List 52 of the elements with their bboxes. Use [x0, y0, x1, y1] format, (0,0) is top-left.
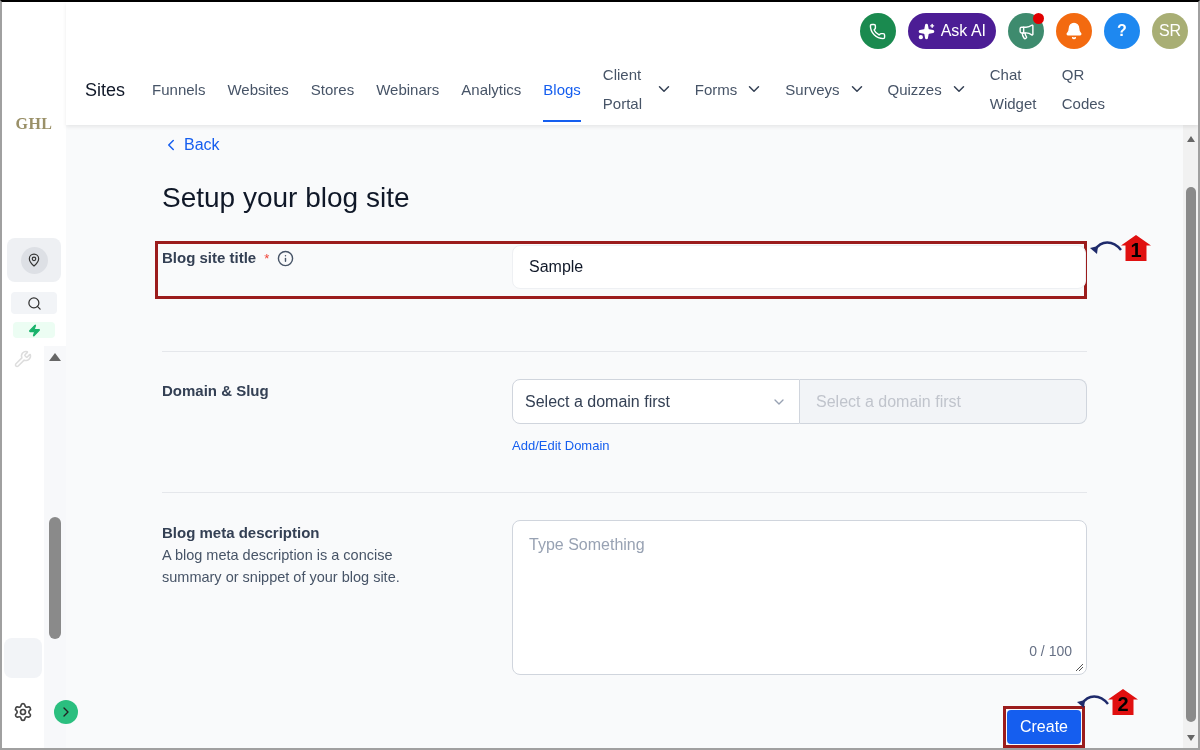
back-link[interactable]: Back: [162, 133, 220, 157]
nav-tab[interactable]: Forms: [694, 58, 764, 122]
megaphone-icon: [1017, 22, 1035, 40]
create-button[interactable]: Create: [1007, 710, 1081, 744]
nav-tab[interactable]: Quizzes: [887, 58, 968, 122]
field-label: Blog site title: [162, 248, 257, 268]
nav-tab[interactable]: Stores: [310, 58, 355, 122]
nav-tab[interactable]: QR Codes: [1061, 58, 1112, 122]
help-button[interactable]: ?: [1104, 13, 1140, 49]
domain-select[interactable]: Select a domain first: [512, 379, 800, 424]
lightning-icon: [27, 323, 41, 337]
page-heading: Setup your blog site: [162, 181, 411, 215]
nav-tab[interactable]: Client Portal: [602, 58, 673, 122]
required-mark: *: [264, 249, 270, 268]
bell-icon: [1065, 22, 1083, 40]
settings-icon[interactable]: [13, 702, 33, 722]
location-switcher[interactable]: [7, 238, 61, 282]
scroll-down-icon[interactable]: [1185, 734, 1196, 742]
step-marker: 2: [1108, 689, 1138, 715]
nav-tab[interactable]: Webinars: [376, 58, 440, 122]
field-description: A blog meta description is a concise summary or snippet of your blog site.: [162, 546, 401, 587]
character-counter: 0 / 100: [1029, 641, 1072, 661]
nav-tab[interactable]: Chat Widget: [989, 58, 1040, 122]
curved-arrow-icon: [1089, 240, 1123, 256]
section-title: Sites: [85, 78, 126, 102]
field-label: Domain & Slug: [162, 381, 270, 401]
scroll-up-icon[interactable]: [1185, 135, 1196, 143]
nav-tab[interactable]: Analytics: [461, 58, 522, 122]
step-marker: 1: [1121, 235, 1151, 261]
notifications-button[interactable]: [1056, 13, 1092, 49]
scroll-up-icon[interactable]: [48, 352, 62, 362]
nav-tab[interactable]: Funnels: [152, 58, 206, 122]
sparkles-icon: [917, 22, 935, 40]
resize-handle-icon: [1075, 662, 1084, 672]
nav-tab[interactable]: Websites: [227, 58, 289, 122]
quick-actions-button[interactable]: [13, 322, 55, 338]
nav-tab[interactable]: Surveys: [785, 58, 866, 122]
pin-icon: [27, 253, 41, 267]
scrollbar-thumb[interactable]: [49, 517, 61, 639]
title-input[interactable]: Sample: [512, 245, 1086, 289]
nav-tab[interactable]: Blogs: [543, 58, 581, 122]
ask-ai-button[interactable]: Ask AI: [907, 13, 996, 49]
field-label: Blog meta description: [162, 522, 321, 543]
add-domain-link[interactable]: Add/Edit Domain: [512, 436, 610, 456]
phone-icon: [869, 22, 887, 40]
meta-description-textarea[interactable]: Type Something 0 / 100: [512, 519, 1087, 675]
curved-arrow-icon: [1076, 694, 1110, 710]
announcements-button[interactable]: [1008, 13, 1044, 49]
search-button[interactable]: [11, 292, 57, 314]
phone-button[interactable]: [859, 13, 896, 49]
scrollbar-thumb[interactable]: [1185, 187, 1196, 722]
search-icon: [26, 295, 42, 311]
